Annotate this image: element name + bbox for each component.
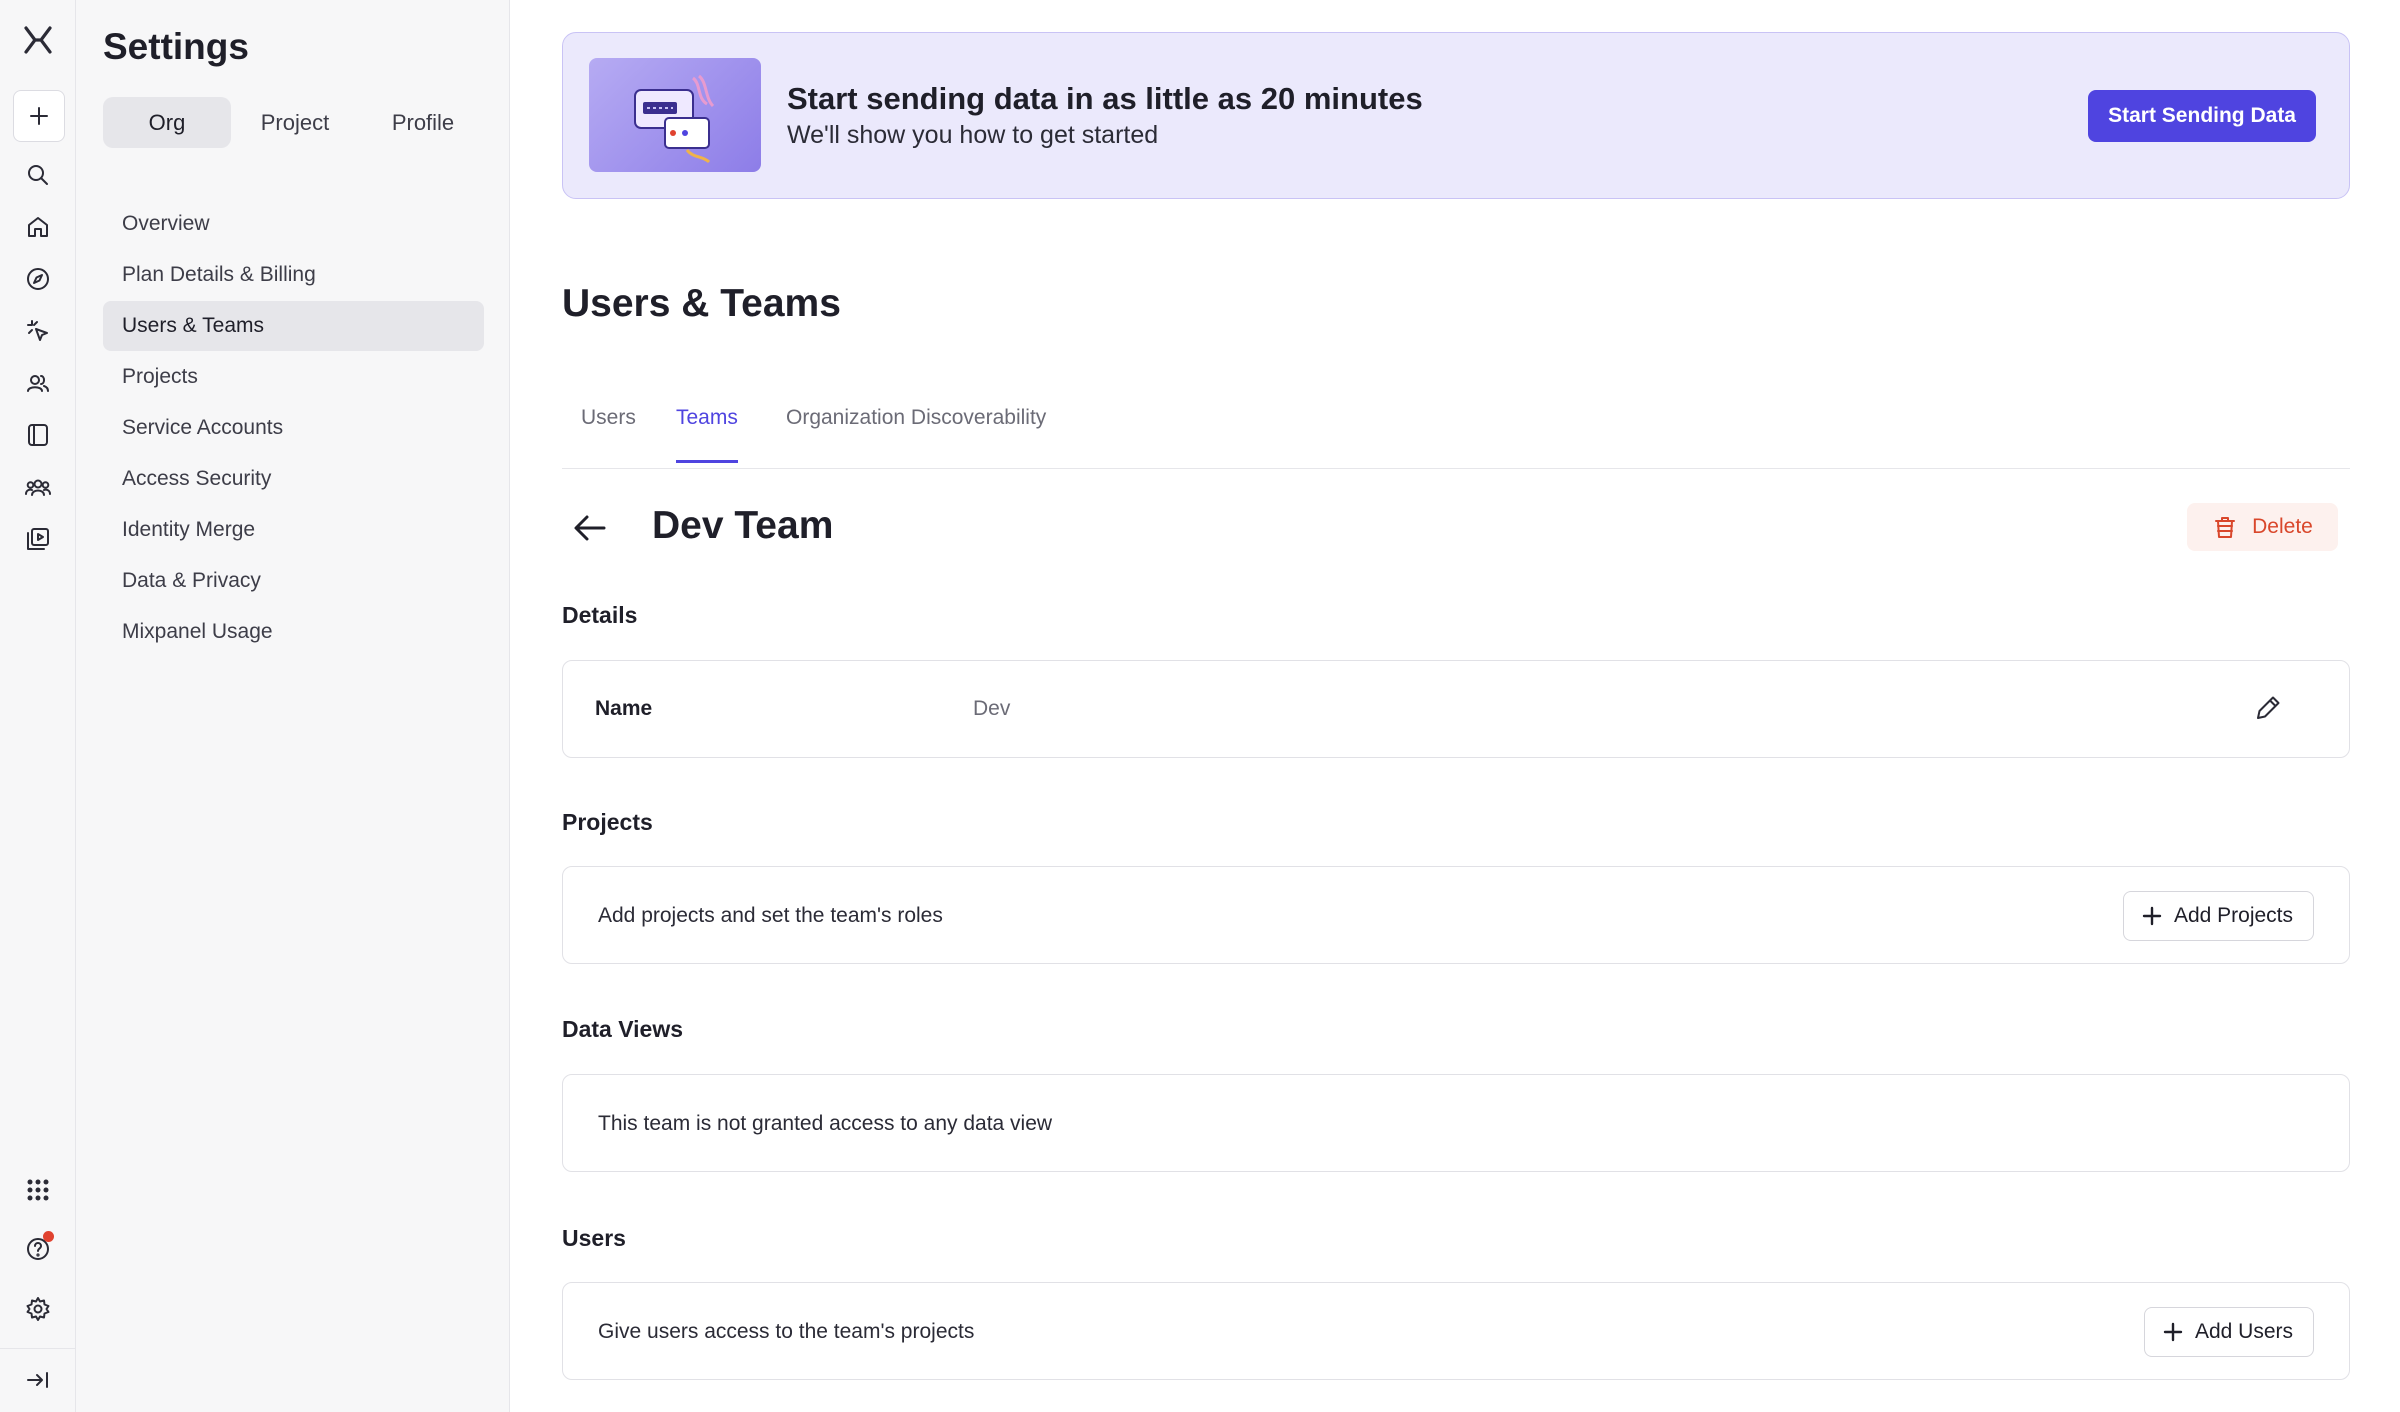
banner-title: Start sending data in as little as 20 mi… xyxy=(787,81,1423,116)
mixpanel-logo-icon[interactable] xyxy=(18,20,58,60)
banner-illustration xyxy=(589,58,761,172)
add-users-label: Add Users xyxy=(2194,1320,2293,1343)
plus-icon xyxy=(2142,906,2162,926)
settings-nav: Overview Plan Details & Billing Users & … xyxy=(103,199,484,658)
sidebar-item-access-security[interactable]: Access Security xyxy=(103,454,484,504)
name-field-label: Name xyxy=(595,697,653,720)
main-content: Start sending data in as little as 20 mi… xyxy=(510,0,2400,1412)
sidebar-item-identity-merge[interactable]: Identity Merge xyxy=(103,505,484,555)
edit-pencil-icon[interactable] xyxy=(2251,691,2287,727)
rail-divider xyxy=(0,1348,76,1349)
sidebar-item-plan-billing[interactable]: Plan Details & Billing xyxy=(103,250,484,300)
users-icon[interactable] xyxy=(18,363,58,403)
onboarding-banner: Start sending data in as little as 20 mi… xyxy=(562,32,2350,199)
plus-icon xyxy=(30,107,48,125)
boards-icon[interactable] xyxy=(18,415,58,455)
replays-icon[interactable] xyxy=(18,519,58,559)
help-icon[interactable] xyxy=(18,1229,58,1269)
tab-organization-discoverability[interactable]: Organization Discoverability xyxy=(786,406,1046,463)
scope-tab-project[interactable]: Project xyxy=(231,97,359,148)
delete-team-button[interactable]: Delete xyxy=(2187,503,2338,551)
apps-grid-icon[interactable] xyxy=(18,1170,58,1210)
add-users-button[interactable]: Add Users xyxy=(2143,1307,2314,1357)
search-icon[interactable] xyxy=(18,155,58,195)
data-views-card: This team is not granted access to any d… xyxy=(562,1074,2350,1172)
data-views-description: This team is not granted access to any d… xyxy=(598,1112,1053,1135)
projects-section-label: Projects xyxy=(562,809,653,835)
banner-subtitle: We'll show you how to get started xyxy=(787,121,1159,149)
pointer-sparkle-icon[interactable] xyxy=(18,311,58,351)
cohorts-icon[interactable] xyxy=(18,467,58,507)
sidebar-item-service-accounts[interactable]: Service Accounts xyxy=(103,403,484,453)
plus-icon xyxy=(2163,1322,2183,1342)
tab-users[interactable]: Users xyxy=(581,406,636,463)
delete-label: Delete xyxy=(2252,515,2313,538)
scope-tab-profile[interactable]: Profile xyxy=(359,97,487,148)
settings-title: Settings xyxy=(103,26,249,67)
projects-description: Add projects and set the team's roles xyxy=(598,904,943,927)
icon-rail xyxy=(0,0,76,1412)
sidebar-item-projects[interactable]: Projects xyxy=(103,352,484,402)
trash-icon xyxy=(2215,517,2236,538)
home-icon[interactable] xyxy=(18,207,58,247)
users-teams-tabs: Users Teams Organization Discoverability xyxy=(562,390,2350,469)
team-title: Dev Team xyxy=(652,504,834,547)
users-section-label: Users xyxy=(562,1225,626,1251)
sidebar-item-users-teams[interactable]: Users & Teams xyxy=(103,301,484,351)
collapse-sidebar-icon[interactable] xyxy=(18,1360,58,1400)
users-description: Give users access to the team's projects xyxy=(598,1320,975,1343)
back-arrow-icon[interactable] xyxy=(570,508,614,552)
start-sending-data-button[interactable]: Start Sending Data xyxy=(2088,90,2316,142)
name-field-value: Dev xyxy=(973,697,1011,720)
settings-sidebar: Settings Org Project Profile Overview Pl… xyxy=(76,0,510,1412)
scope-tab-org[interactable]: Org xyxy=(103,97,231,148)
tab-teams[interactable]: Teams xyxy=(676,406,738,463)
details-card: Name Dev xyxy=(562,660,2350,758)
compass-icon[interactable] xyxy=(18,259,58,299)
details-section-label: Details xyxy=(562,602,638,628)
notification-dot xyxy=(43,1231,54,1242)
add-projects-label: Add Projects xyxy=(2173,904,2293,927)
users-card: Give users access to the team's projects… xyxy=(562,1282,2350,1380)
sidebar-item-data-privacy[interactable]: Data & Privacy xyxy=(103,556,484,606)
sidebar-item-mixpanel-usage[interactable]: Mixpanel Usage xyxy=(103,607,484,657)
data-views-section-label: Data Views xyxy=(562,1016,684,1042)
page-title: Users & Teams xyxy=(562,282,841,325)
sidebar-item-overview[interactable]: Overview xyxy=(103,199,484,249)
projects-card: Add projects and set the team's roles Ad… xyxy=(562,866,2350,964)
scope-tabs: Org Project Profile xyxy=(103,97,487,148)
settings-gear-icon[interactable] xyxy=(18,1289,58,1329)
add-projects-button[interactable]: Add Projects xyxy=(2122,891,2314,941)
create-button[interactable] xyxy=(13,90,65,142)
